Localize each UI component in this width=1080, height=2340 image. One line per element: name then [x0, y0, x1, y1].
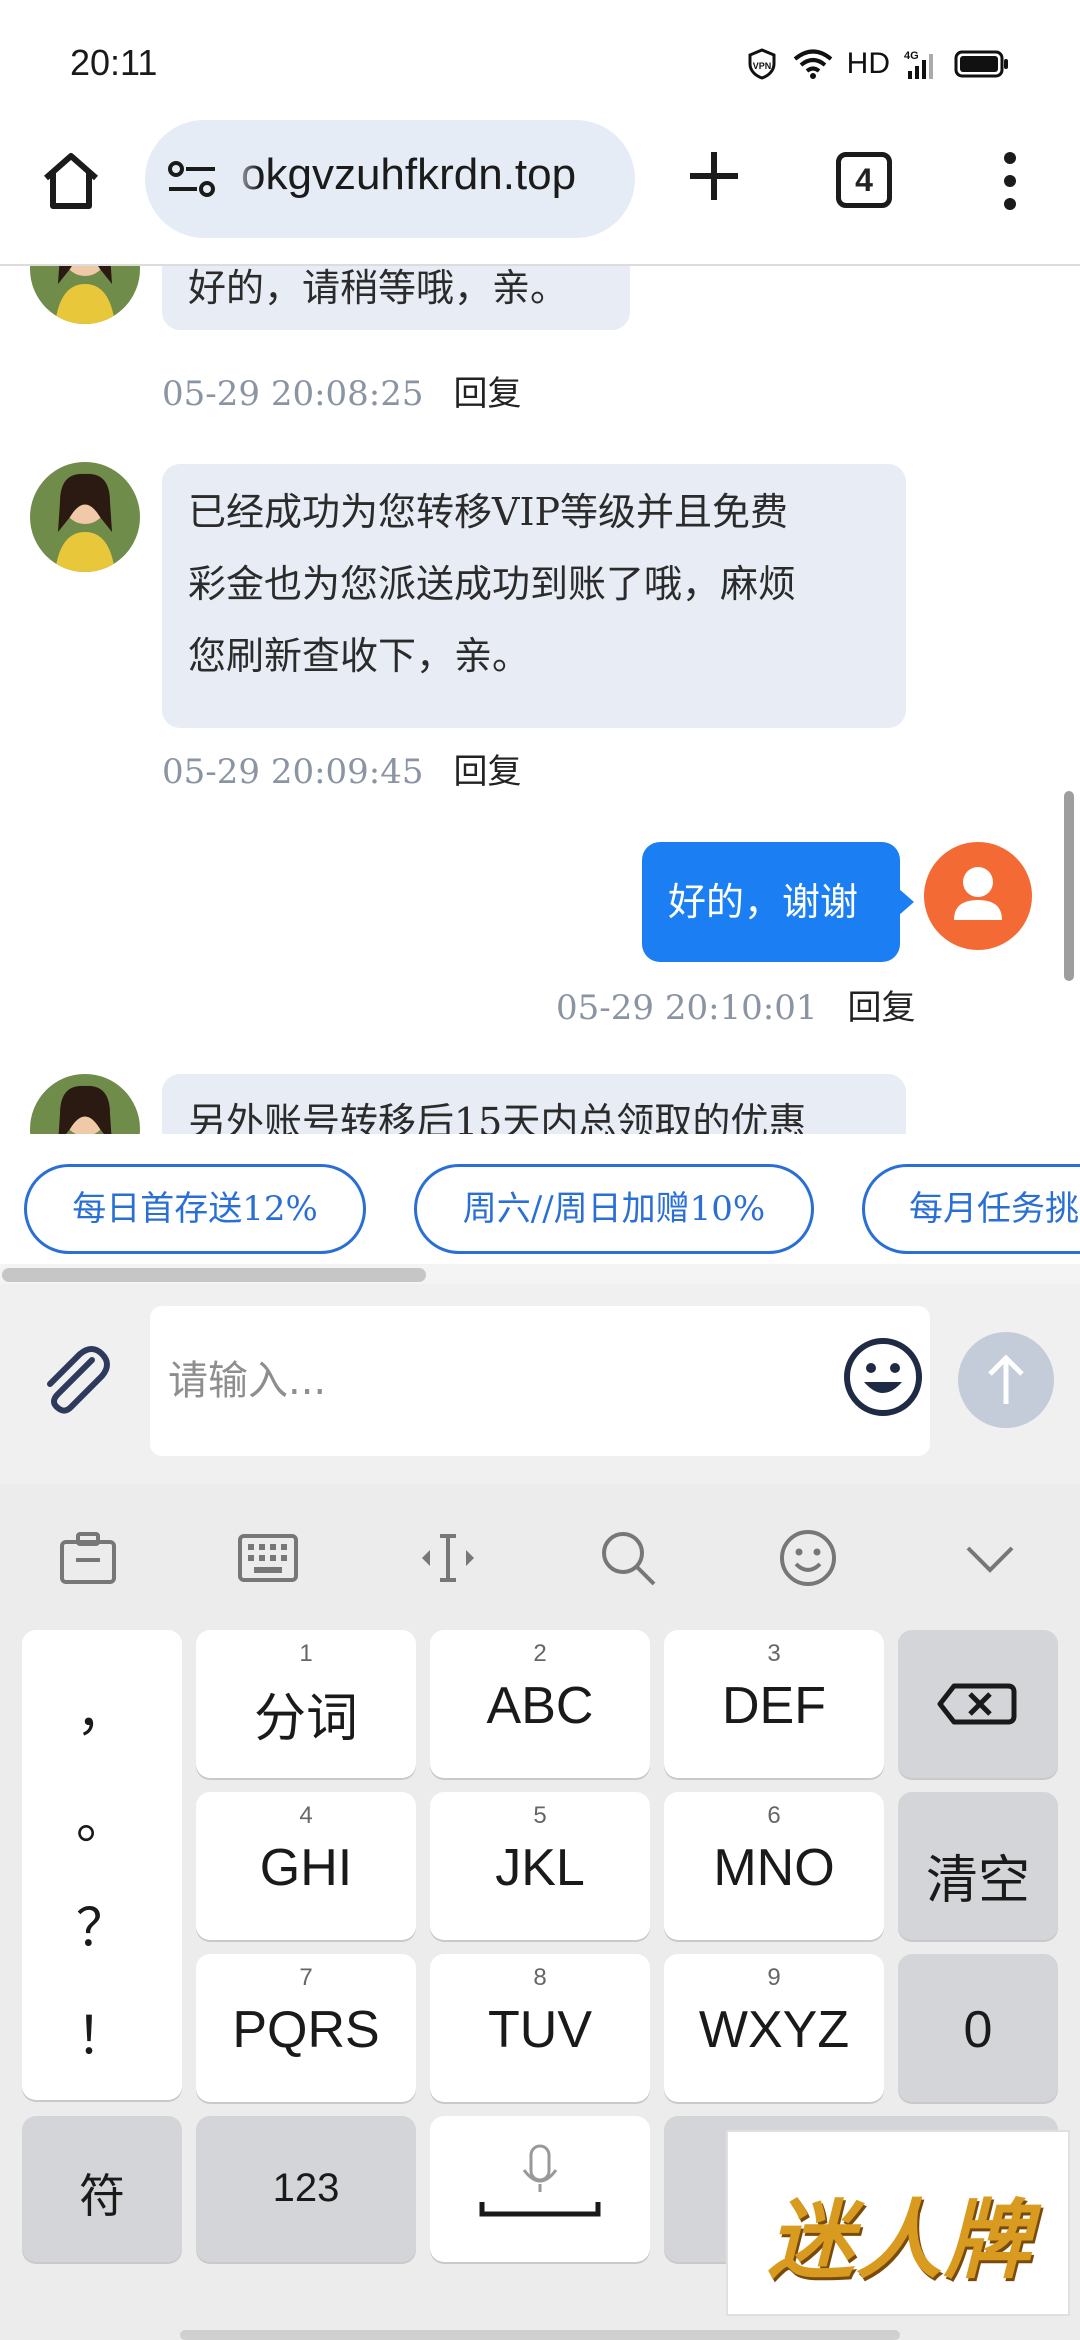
- quick-reply-chips: 每日首存送12% 周六//周日加赠10% 每月任务挑: [0, 1134, 1080, 1264]
- message-text: 另外账号转移后15天内总领取的优惠: [188, 1100, 807, 1134]
- message-text-line: 彩金也为您派送成功到账了哦，麻烦: [188, 562, 797, 606]
- punct-key[interactable]: ！: [22, 1994, 182, 2069]
- message-bubble-outgoing: 好的，谢谢: [642, 842, 914, 962]
- space-key[interactable]: [430, 2116, 650, 2262]
- message-text-line: 已经成功为您转移VIP等级并且免费: [188, 490, 789, 534]
- tab-switcher-button[interactable]: 4: [836, 152, 892, 208]
- emoji-icon[interactable]: [842, 1336, 924, 1418]
- url-text[interactable]: okgvzuhfkrdn.top: [241, 150, 576, 200]
- attachment-icon[interactable]: [34, 1340, 114, 1420]
- status-time: 20:11: [70, 42, 158, 83]
- site-settings-icon[interactable]: [167, 160, 217, 198]
- message-text: 好的，谢谢: [668, 880, 859, 924]
- message-input-box[interactable]: [150, 1306, 930, 1456]
- message-bubble-incoming: 另外账号转移后15天内总领取的优惠: [162, 1074, 906, 1134]
- message-meta: 05-29 20:10:01 回复: [556, 980, 916, 1029]
- message-bubble-incoming: 已经成功为您转移VIP等级并且免费 彩金也为您派送成功到账了哦，麻烦 您刷新查收…: [162, 464, 906, 728]
- punct-key[interactable]: ，: [22, 1670, 182, 1745]
- key-1[interactable]: 1 分词: [196, 1630, 416, 1778]
- chips-scroll-thumb[interactable]: [2, 1268, 426, 1282]
- punctuation-column[interactable]: ， 。 ？ ！: [22, 1630, 182, 2100]
- key-9[interactable]: 9 WXYZ: [664, 1954, 884, 2102]
- watermark-text: 迷人牌: [768, 2190, 1032, 2291]
- reply-button[interactable]: 回复: [454, 374, 522, 414]
- battery-icon: [954, 50, 1008, 78]
- keyboard-toolbar: [0, 1484, 1080, 1624]
- url-fade: [229, 120, 259, 238]
- browser-toolbar: okgvzuhfkrdn.top 4: [0, 120, 1080, 266]
- punct-key[interactable]: ？: [22, 1886, 182, 1961]
- send-button[interactable]: [958, 1332, 1054, 1428]
- key-4[interactable]: 4 GHI: [196, 1792, 416, 1940]
- cellular-signal-icon: 4G: [904, 50, 933, 79]
- message-text-line: 您刷新查收下，亲。: [188, 634, 531, 678]
- wifi-icon: [793, 49, 832, 79]
- chips-scrollbar[interactable]: [0, 1264, 1080, 1284]
- clipboard-icon[interactable]: [56, 1526, 120, 1590]
- user-avatar[interactable]: [924, 842, 1032, 950]
- message-meta: 05-29 20:08:25 回复: [162, 366, 522, 415]
- new-tab-icon[interactable]: [684, 146, 744, 206]
- message-text: 好的，请稍等哦，亲。: [188, 266, 569, 310]
- backspace-key[interactable]: [898, 1630, 1058, 1778]
- message-bubble-incoming: 好的，请稍等哦，亲。: [162, 266, 630, 330]
- quick-chip[interactable]: 每日首存送12%: [24, 1164, 366, 1254]
- reply-button[interactable]: 回复: [454, 752, 522, 792]
- key-6[interactable]: 6 MNO: [664, 1792, 884, 1940]
- key-2[interactable]: 2 ABC: [430, 1630, 650, 1778]
- microphone-icon: [479, 2144, 601, 2217]
- cursor-move-icon[interactable]: [416, 1526, 480, 1590]
- chat-scrollbar[interactable]: [1064, 791, 1074, 981]
- overflow-menu-icon[interactable]: [1000, 150, 1020, 212]
- agent-avatar[interactable]: [30, 462, 140, 572]
- clear-key[interactable]: 清空: [898, 1792, 1058, 1940]
- composer: [0, 1284, 1080, 1484]
- keyboard-layout-icon[interactable]: [236, 1526, 300, 1590]
- key-0[interactable]: 0: [898, 1954, 1058, 2102]
- search-icon[interactable]: [596, 1526, 660, 1590]
- home-icon[interactable]: [38, 148, 104, 214]
- emoji-icon[interactable]: [776, 1526, 840, 1590]
- vpn-icon: VPN: [748, 48, 776, 80]
- key-5[interactable]: 5 JKL: [430, 1792, 650, 1940]
- chat-messages[interactable]: 好的，请稍等哦，亲。 05-29 20:08:25 回复 已经成功为您转移VIP等…: [0, 266, 1080, 1134]
- quick-chip[interactable]: 每月任务挑: [862, 1164, 1080, 1254]
- status-icons: VPN HD 4G: [745, 44, 1010, 84]
- backspace-icon: [937, 1683, 1017, 1725]
- message-timestamp: 05-29 20:10:01: [556, 988, 818, 1028]
- numbers-key[interactable]: 123: [196, 2116, 416, 2262]
- reply-button[interactable]: 回复: [848, 988, 916, 1028]
- status-bar: 20:11 VPN HD 4G: [0, 0, 1080, 120]
- address-bar[interactable]: okgvzuhfkrdn.top: [145, 120, 635, 238]
- arrow-up-icon: [988, 1354, 1024, 1404]
- svg-text:4G: 4G: [904, 50, 919, 62]
- gesture-navigation-bar[interactable]: [180, 2330, 900, 2340]
- message-timestamp: 05-29 20:08:25: [162, 374, 424, 414]
- agent-avatar[interactable]: [30, 1074, 140, 1134]
- hd-indicator: HD: [846, 47, 890, 80]
- chevron-down-icon[interactable]: [958, 1526, 1022, 1590]
- watermark-logo: 迷人牌: [726, 2130, 1070, 2316]
- key-8[interactable]: 8 TUV: [430, 1954, 650, 2102]
- message-meta: 05-29 20:09:45 回复: [162, 744, 522, 793]
- agent-avatar[interactable]: [30, 266, 140, 324]
- key-3[interactable]: 3 DEF: [664, 1630, 884, 1778]
- svg-text:VPN: VPN: [752, 61, 771, 71]
- message-input[interactable]: [168, 1346, 768, 1416]
- message-timestamp: 05-29 20:09:45: [162, 752, 424, 792]
- punct-key[interactable]: 。: [22, 1778, 182, 1853]
- key-7[interactable]: 7 PQRS: [196, 1954, 416, 2102]
- symbols-key[interactable]: 符: [22, 2116, 182, 2262]
- quick-chip[interactable]: 周六//周日加赠10%: [414, 1164, 814, 1254]
